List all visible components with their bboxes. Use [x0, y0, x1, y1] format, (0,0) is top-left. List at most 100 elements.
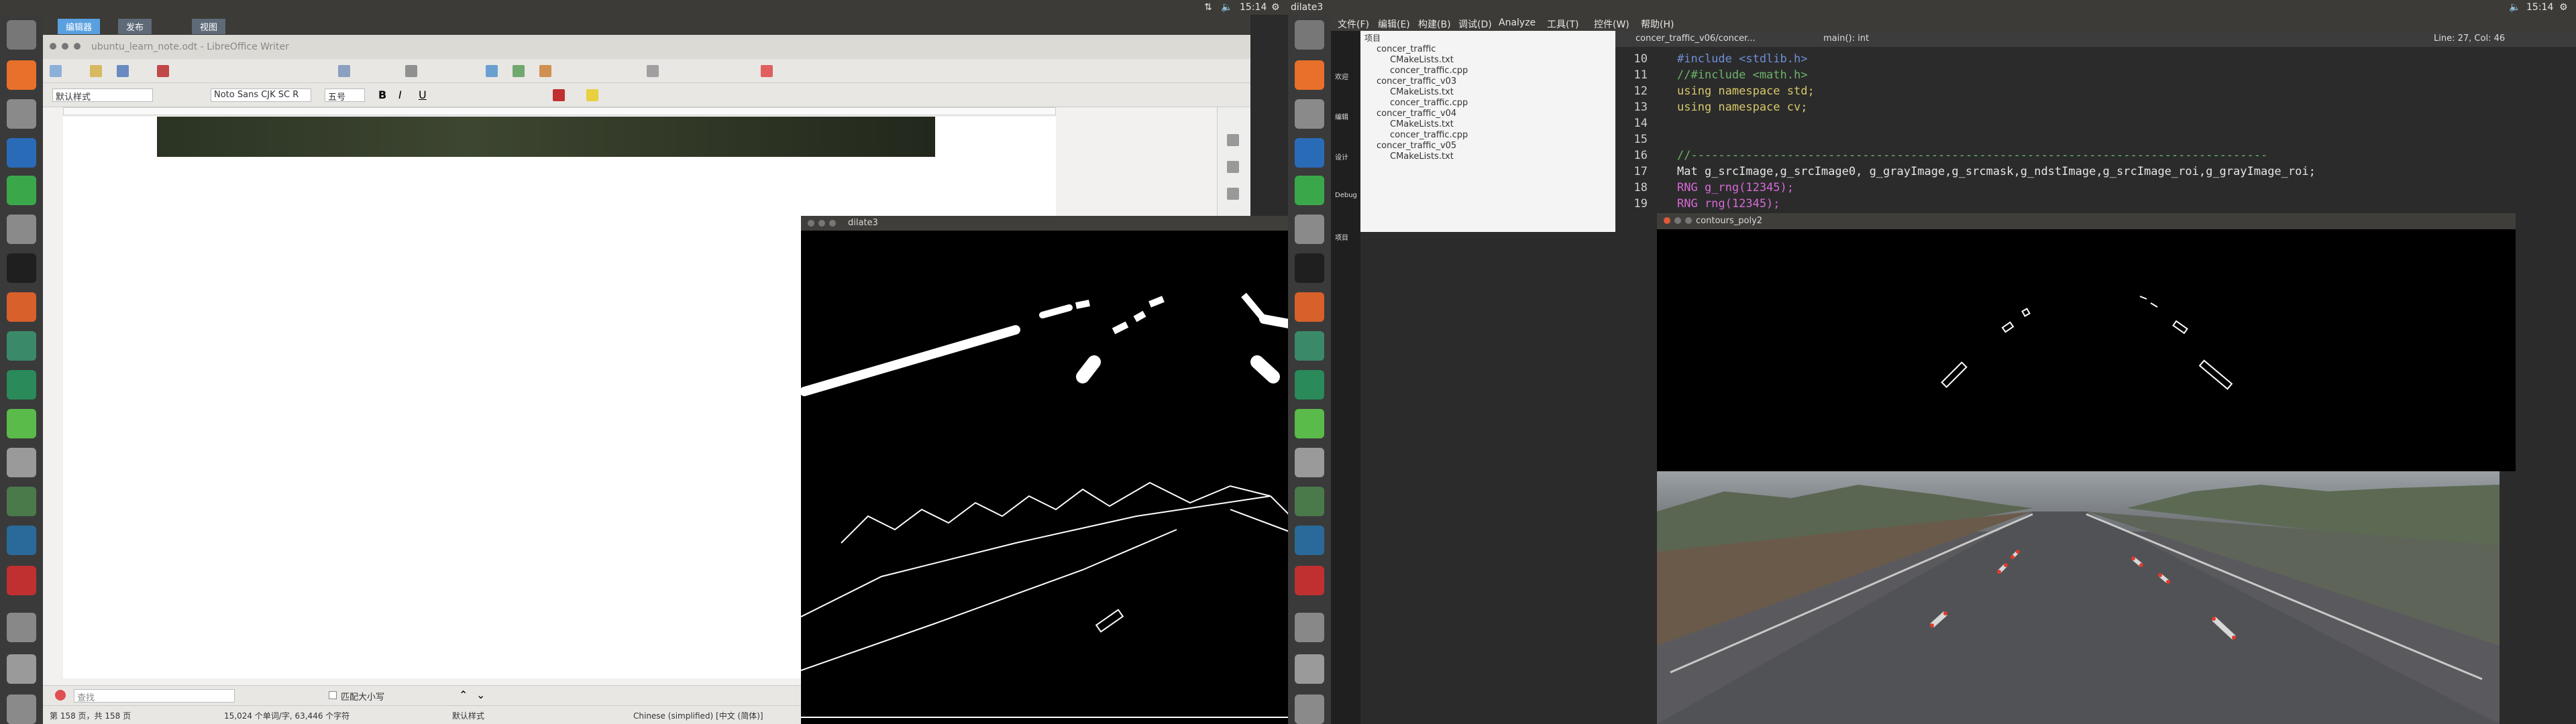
left-volume-icon[interactable]: 🔈 — [1221, 2, 1232, 13]
tree-item[interactable]: concer_traffic — [1377, 44, 1436, 54]
maximize-icon[interactable] — [1685, 217, 1692, 224]
find-close-icon[interactable] — [55, 690, 66, 701]
styles-icon[interactable] — [1227, 161, 1239, 173]
mode-debug[interactable]: Debug — [1335, 192, 1357, 199]
minimize-icon[interactable] — [818, 220, 825, 227]
qt-icon[interactable] — [1295, 409, 1324, 438]
highlight-icon[interactable] — [586, 89, 598, 101]
tree-item[interactable]: concer_traffic_v04 — [1377, 109, 1456, 119]
xmind-icon[interactable] — [1295, 566, 1324, 595]
screenshot-icon[interactable] — [1295, 487, 1324, 516]
files-icon[interactable] — [1295, 99, 1324, 129]
minimize-icon[interactable] — [1674, 217, 1681, 224]
clion-icon[interactable] — [1295, 526, 1324, 555]
right-power-icon[interactable]: ⚙ — [2559, 2, 2568, 13]
tab-editor[interactable]: 编辑器 — [58, 19, 101, 34]
drive-icon[interactable] — [7, 654, 36, 684]
paragraph-style-select[interactable]: 默认样式 — [52, 88, 153, 103]
trash-icon[interactable] — [1295, 695, 1324, 724]
tree-item[interactable]: concer_traffic.cpp — [1390, 130, 1468, 140]
tree-item[interactable]: CMakeLists.txt — [1390, 152, 1454, 162]
italic-button[interactable]: I — [398, 88, 402, 101]
find-prev-icon[interactable]: ⌃ — [459, 688, 468, 701]
table-icon[interactable] — [486, 65, 498, 77]
drive-icon[interactable] — [1295, 654, 1324, 684]
clion-icon[interactable] — [7, 526, 36, 555]
menu-edit[interactable]: 编辑(E) — [1378, 17, 1410, 31]
trash-icon[interactable] — [7, 695, 36, 724]
find-next-icon[interactable]: ⌄ — [476, 688, 485, 701]
save-icon[interactable] — [117, 65, 129, 77]
calc-icon[interactable] — [7, 176, 36, 205]
minimize-icon[interactable] — [62, 43, 68, 50]
font-name-select[interactable]: Noto Sans CJK SC R — [211, 88, 311, 102]
tree-item[interactable]: CMakeLists.txt — [1390, 55, 1454, 65]
match-case-checkbox[interactable] — [329, 691, 337, 699]
left-network-icon[interactable]: ⇅ — [1204, 2, 1212, 13]
dash-icon[interactable] — [7, 20, 36, 50]
maximize-icon[interactable] — [74, 43, 80, 50]
editor-file-tab[interactable]: concer_traffic_v06/concer... — [1635, 34, 1756, 44]
find-input[interactable]: 查找 — [74, 689, 235, 703]
image-icon[interactable] — [513, 65, 525, 77]
tab-view[interactable]: 视图 — [192, 19, 226, 34]
maximize-icon[interactable] — [829, 220, 836, 227]
settings-icon[interactable] — [7, 215, 36, 244]
menu-debug[interactable]: 调试(D) — [1458, 17, 1492, 31]
right-clock[interactable]: 15:14 — [2526, 2, 2553, 13]
menu-help[interactable]: 帮助(H) — [1641, 17, 1674, 31]
writer-icon[interactable] — [7, 138, 36, 168]
close-icon[interactable] — [1664, 217, 1670, 224]
mode-design[interactable]: 设计 — [1335, 152, 1348, 162]
font-color-icon[interactable] — [553, 89, 565, 101]
underline-button[interactable]: U — [419, 88, 427, 101]
calc-icon[interactable] — [1295, 176, 1324, 205]
dash-icon[interactable] — [1295, 20, 1324, 50]
xmind-icon[interactable] — [7, 566, 36, 595]
new-doc-icon[interactable] — [50, 65, 62, 77]
gallery-icon[interactable] — [1227, 188, 1239, 200]
settings-icon[interactable] — [1295, 215, 1324, 244]
find-icon[interactable] — [405, 65, 417, 77]
qt-icon[interactable] — [7, 409, 36, 438]
disk-icon[interactable] — [1295, 448, 1324, 477]
tree-item[interactable]: CMakeLists.txt — [1390, 119, 1454, 129]
tree-item[interactable]: concer_traffic_v05 — [1377, 141, 1456, 151]
menu-tools[interactable]: 工具(T) — [1547, 17, 1578, 31]
left-clock[interactable]: 15:14 — [1240, 2, 1267, 13]
special-char-icon[interactable] — [647, 65, 659, 77]
left-power-icon[interactable]: ⚙ — [1271, 2, 1280, 13]
menu-file[interactable]: 文件(F) — [1338, 17, 1369, 31]
matlab-icon[interactable] — [7, 292, 36, 322]
bold-button[interactable]: B — [378, 88, 386, 101]
pycharm-icon[interactable] — [7, 370, 36, 400]
mode-projects[interactable]: 项目 — [1335, 232, 1348, 242]
gitkraken-icon[interactable] — [1295, 331, 1324, 361]
help-icon[interactable] — [7, 613, 36, 642]
undo-icon[interactable] — [338, 65, 350, 77]
chart-icon[interactable] — [539, 65, 551, 77]
editor-function-tab[interactable]: main(): int — [1823, 34, 1869, 44]
font-size-select[interactable]: 五号 — [325, 88, 365, 103]
tree-item[interactable]: concer_traffic.cpp — [1390, 98, 1468, 108]
help-icon[interactable] — [1295, 613, 1324, 642]
screenshot-icon[interactable] — [7, 487, 36, 516]
firefox-icon[interactable] — [7, 60, 36, 90]
properties-icon[interactable] — [1227, 134, 1239, 146]
menu-widgets[interactable]: 控件(W) — [1594, 17, 1629, 31]
matlab-icon[interactable] — [1295, 292, 1324, 322]
menu-analyze[interactable]: Analyze — [1499, 17, 1536, 28]
writer-icon[interactable] — [1295, 138, 1324, 168]
firefox-icon[interactable] — [1295, 60, 1324, 90]
terminal-icon[interactable] — [1295, 253, 1324, 283]
files-icon[interactable] — [7, 99, 36, 129]
disk-icon[interactable] — [7, 448, 36, 477]
right-volume-icon[interactable]: 🔈 — [2509, 2, 2520, 13]
mode-welcome[interactable]: 欢迎 — [1335, 71, 1348, 81]
comment-icon[interactable] — [761, 65, 773, 77]
pycharm-icon[interactable] — [1295, 370, 1324, 400]
open-icon[interactable] — [90, 65, 102, 77]
menu-build[interactable]: 构建(B) — [1418, 17, 1451, 31]
mode-edit[interactable]: 编辑 — [1335, 111, 1348, 121]
tab-publish[interactable]: 发布 — [118, 19, 152, 34]
